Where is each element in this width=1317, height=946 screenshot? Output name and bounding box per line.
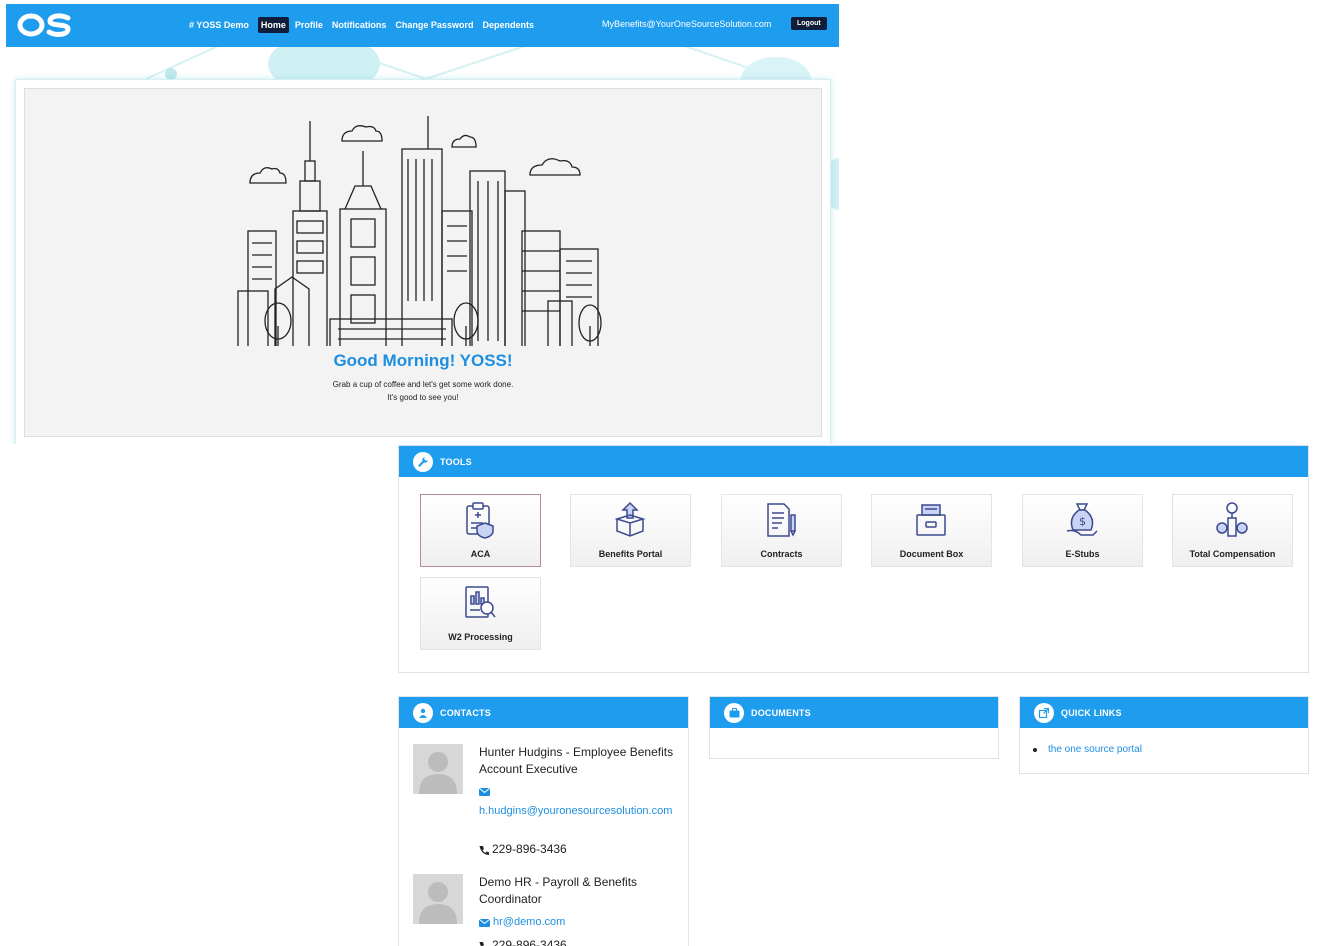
- top-navbar: # YOSS Demo Home Profile Notifications C…: [6, 4, 839, 47]
- greeting-subtext-1: Grab a cup of coffee and let's get some …: [332, 380, 514, 389]
- default-avatar-icon: [419, 752, 457, 794]
- tools-header: TOOLS: [399, 446, 1308, 477]
- user-icon: [413, 702, 433, 723]
- phone-icon: [479, 846, 489, 855]
- w2-report-icon: [465, 586, 496, 618]
- nav-home[interactable]: Home: [257, 17, 289, 33]
- list-item: the one source portal: [1033, 744, 1142, 755]
- nav-change-password[interactable]: Change Password: [395, 20, 473, 30]
- tool-contracts-label: Contracts: [760, 549, 803, 559]
- aca-clipboard-icon: [466, 502, 494, 539]
- city-skyline-illustration: [237, 116, 602, 346]
- tool-e-stubs-label: E-Stubs: [1065, 549, 1100, 559]
- phone-icon: [479, 942, 484, 946]
- dashboard-window: TOOLS ACA Benefits Portal Contracts Docu…: [389, 445, 1317, 946]
- tool-benefits-portal-label: Benefits Portal: [598, 549, 663, 559]
- home-window: # YOSS Demo Home Profile Notifications C…: [6, 4, 839, 444]
- svg-text:$: $: [1079, 515, 1086, 528]
- tool-aca-label: ACA: [470, 549, 491, 559]
- box-upload-icon: [614, 501, 646, 537]
- nav-brand-label: YOSS Demo: [196, 20, 249, 30]
- envelope-icon: [479, 788, 490, 796]
- contact-phone: 229-896-3436: [492, 842, 567, 856]
- greeting-subtext-2: It's good to see you!: [387, 393, 459, 402]
- tool-w2-processing[interactable]: W2 Processing: [420, 577, 541, 650]
- tool-benefits-portal[interactable]: Benefits Portal: [570, 494, 691, 567]
- tool-total-compensation[interactable]: Total Compensation: [1172, 494, 1293, 567]
- tool-e-stubs[interactable]: $ E-Stubs: [1022, 494, 1143, 567]
- default-avatar-icon: [419, 882, 457, 924]
- tools-title: TOOLS: [440, 456, 472, 467]
- os-logo[interactable]: [16, 11, 72, 39]
- contract-pen-icon: [767, 503, 796, 537]
- quick-links-title: QUICK LINKS: [1061, 707, 1122, 718]
- contact-email-link[interactable]: h.hudgins@youronesourcesolution.com: [479, 803, 679, 820]
- logout-button[interactable]: Logout: [791, 17, 827, 30]
- tool-document-box[interactable]: Document Box: [871, 494, 992, 567]
- contact-name: Hunter Hudgins - Employee Benefits Accou…: [479, 745, 674, 776]
- wrench-icon: [413, 451, 433, 472]
- documents-panel: DOCUMENTS: [709, 696, 999, 759]
- quick-link-one-source-portal[interactable]: the one source portal: [1048, 744, 1142, 755]
- envelope-icon: [479, 919, 490, 927]
- briefcase-icon: [724, 702, 744, 723]
- compensation-icon: [1216, 502, 1248, 537]
- contacts-title: CONTACTS: [440, 707, 491, 718]
- tool-contracts[interactable]: Contracts: [721, 494, 842, 567]
- tools-panel: TOOLS ACA Benefits Portal Contracts Docu…: [398, 445, 1309, 673]
- contact-email-link[interactable]: hr@demo.com: [493, 914, 693, 931]
- money-bag-icon: $: [1066, 503, 1098, 536]
- contact-phone: 229-896-3436: [492, 938, 567, 946]
- bullet: [1033, 747, 1037, 752]
- nav-notifications[interactable]: Notifications: [332, 20, 387, 30]
- quick-links-panel: QUICK LINKS the one source portal: [1019, 696, 1309, 774]
- tool-document-box-label: Document Box: [899, 549, 964, 559]
- nav-links: # YOSS Demo Home Profile Notifications C…: [189, 17, 543, 33]
- contacts-header: CONTACTS: [399, 697, 688, 728]
- home-hash-icon: #: [189, 20, 195, 30]
- quick-links-header: QUICK LINKS: [1020, 697, 1308, 728]
- tool-total-compensation-label: Total Compensation: [1189, 549, 1276, 559]
- nav-profile[interactable]: Profile: [295, 20, 323, 30]
- external-link-icon: [1034, 702, 1054, 723]
- documents-header: DOCUMENTS: [710, 697, 998, 728]
- welcome-card: Good Morning! YOSS! Grab a cup of coffee…: [15, 79, 831, 444]
- documents-title: DOCUMENTS: [751, 707, 811, 718]
- avatar: [413, 744, 463, 794]
- avatar: [413, 874, 463, 924]
- user-email: MyBenefits@YourOneSourceSolution.com: [602, 19, 772, 29]
- welcome-panel: Good Morning! YOSS! Grab a cup of coffee…: [24, 88, 822, 437]
- tool-aca[interactable]: ACA: [420, 494, 541, 567]
- tool-w2-processing-label: W2 Processing: [448, 632, 513, 642]
- nav-brand-link[interactable]: # YOSS Demo: [189, 20, 249, 30]
- nav-dependents[interactable]: Dependents: [482, 20, 534, 30]
- greeting-heading: Good Morning! YOSS!: [333, 351, 513, 370]
- file-drawer-icon: [916, 504, 946, 536]
- contacts-panel: CONTACTS Hunter Hudgins - Employee Benef…: [398, 696, 689, 946]
- contact-name: Demo HR - Payroll & Benefits Coordinator: [479, 875, 638, 906]
